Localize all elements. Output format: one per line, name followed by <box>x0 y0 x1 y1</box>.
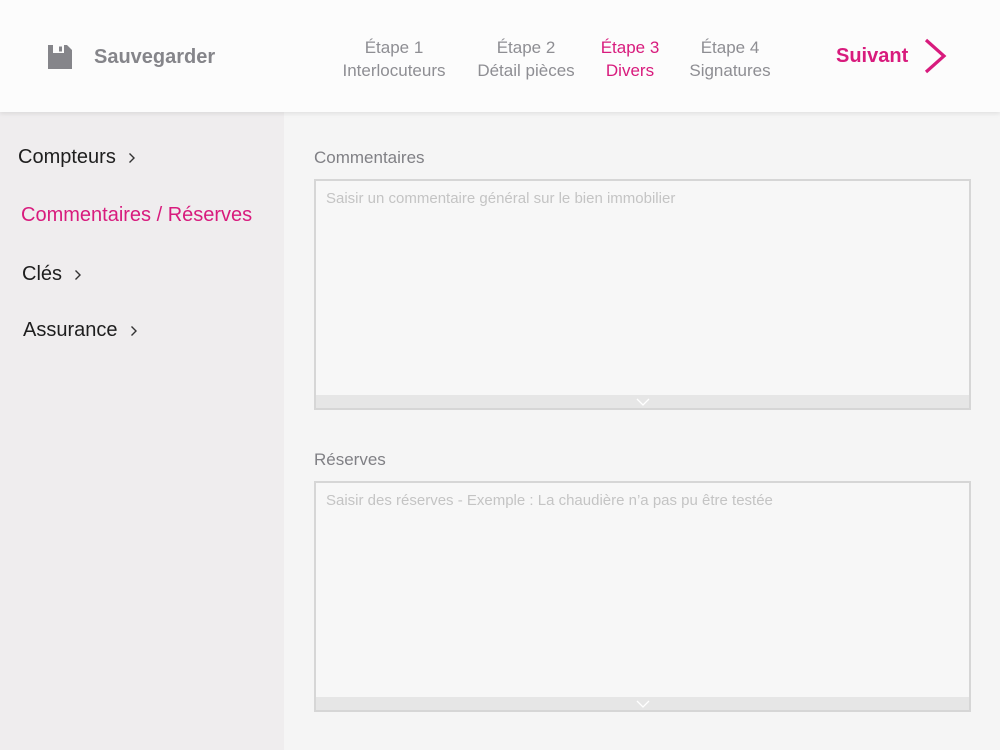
step-2-number: Étape 2 <box>496 38 556 57</box>
sidebar-item-compteurs[interactable]: Compteurs <box>18 146 138 169</box>
chevron-right-icon <box>128 151 138 165</box>
reserves-label: Réserves <box>314 450 386 469</box>
sidebar-item-label: Compteurs <box>18 146 116 168</box>
save-button[interactable]: Sauvegarder <box>46 40 215 74</box>
main-content: Commentaires Réserves <box>284 112 1000 750</box>
step-1-tab[interactable]: Étape 1 Interlocuteurs <box>334 36 454 82</box>
reserves-expand-handle[interactable] <box>316 697 969 710</box>
reserves-textarea[interactable] <box>316 483 969 697</box>
step-3-number: Étape 3 <box>600 38 660 57</box>
step-1-number: Étape 1 <box>364 38 424 57</box>
reserves-field-container <box>314 481 971 712</box>
chevron-right-icon <box>922 36 950 76</box>
sidebar-item-label: Assurance <box>23 319 118 341</box>
sidebar: Compteurs Commentaires / Réserves Clés A… <box>0 112 284 750</box>
chevron-right-icon <box>130 324 140 338</box>
top-header: Sauvegarder Étape 1 Interlocuteurs Étape… <box>0 0 1000 112</box>
comments-field-container <box>314 179 971 410</box>
chevron-right-icon <box>74 268 84 282</box>
next-button-label: Suivant <box>836 44 909 67</box>
step-2-tab[interactable]: Étape 2 Détail pièces <box>470 36 582 82</box>
comments-textarea[interactable] <box>316 181 969 395</box>
step-4-number: Étape 4 <box>700 38 760 57</box>
sidebar-item-cles[interactable]: Clés <box>22 263 84 286</box>
chevron-down-icon <box>636 393 650 411</box>
step-1-title: Interlocuteurs <box>342 61 446 80</box>
sidebar-item-label: Clés <box>22 263 63 285</box>
step-4-tab[interactable]: Étape 4 Signatures <box>680 36 780 82</box>
sidebar-item-label: Commentaires / Réserves <box>21 204 253 226</box>
step-3-title: Divers <box>605 61 655 80</box>
step-2-title: Détail pièces <box>477 61 575 80</box>
next-button[interactable]: Suivant <box>836 36 950 76</box>
floppy-disk-icon <box>46 42 76 72</box>
step-4-title: Signatures <box>689 61 771 80</box>
comments-expand-handle[interactable] <box>316 395 969 408</box>
step-3-tab[interactable]: Étape 3 Divers <box>590 36 670 82</box>
chevron-down-icon <box>636 695 650 713</box>
comments-label: Commentaires <box>314 148 425 167</box>
save-button-label: Sauvegarder <box>94 45 216 68</box>
sidebar-item-assurance[interactable]: Assurance <box>23 319 140 342</box>
sidebar-item-commentaires-reserves[interactable]: Commentaires / Réserves <box>21 204 252 227</box>
